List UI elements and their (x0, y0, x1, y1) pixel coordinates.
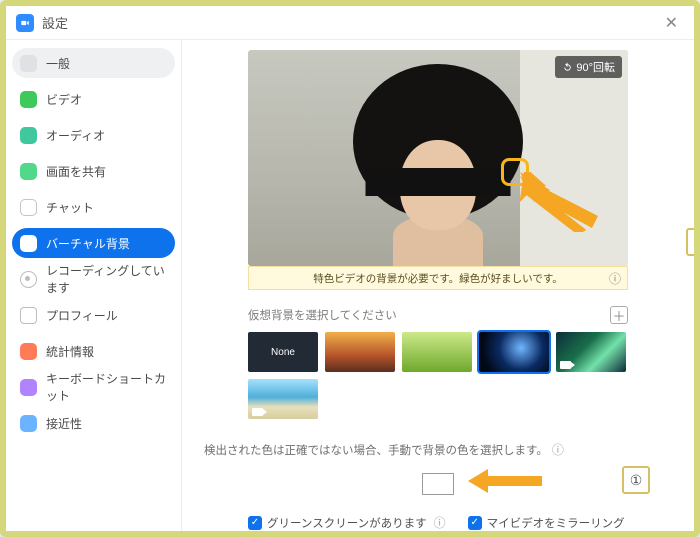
keyboard-icon (20, 379, 37, 396)
sidebar-item-video[interactable]: ビデオ (12, 84, 175, 114)
headphones-icon (20, 127, 37, 144)
video-badge-icon (252, 408, 263, 416)
checkmark-icon: ✓ (468, 516, 482, 530)
bg-thumb-none[interactable]: None (248, 332, 318, 372)
bg-section-label: 仮想背景を選択してください (248, 307, 610, 323)
color-swatch[interactable] (422, 473, 454, 495)
sidebar-item-label: オーディオ (46, 127, 105, 144)
bg-thumb-beach[interactable] (248, 379, 318, 419)
stats-icon (20, 343, 37, 360)
sidebar-item-label: 接近性 (46, 415, 82, 432)
green-screen-label: グリーンスクリーンがあります (267, 515, 427, 531)
accessibility-icon (20, 415, 37, 432)
share-screen-icon (20, 163, 37, 180)
sidebar-item-label: キーボードショートカット (46, 370, 167, 404)
help-icon[interactable]: ⓘ (552, 441, 564, 458)
sidebar-item-chat[interactable]: チャット (12, 192, 175, 222)
annotation-arrow-2 (520, 172, 606, 232)
green-screen-checkbox[interactable]: ✓ グリーンスクリーンがあります ⓘ (248, 514, 446, 531)
rotate-label: 90°回転 (576, 59, 615, 75)
help-icon[interactable]: ⓘ (609, 270, 621, 287)
window-title: 設定 (42, 13, 68, 32)
mirror-label: マイビデオをミラーリング (487, 515, 625, 531)
sidebar-item-label: ビデオ (46, 91, 82, 108)
add-background-button[interactable]: ＋ (610, 306, 628, 324)
video-preview: 90°回転 (248, 50, 628, 266)
titlebar: 設定 ✕ (6, 6, 694, 40)
sidebar-item-label: 画面を共有 (46, 163, 106, 180)
video-icon (20, 91, 37, 108)
record-icon (20, 271, 37, 288)
chat-icon (20, 199, 37, 216)
bg-thumb-aurora[interactable] (556, 332, 626, 372)
bg-thumb-earth[interactable] (479, 332, 549, 372)
sidebar-item-shortcuts[interactable]: キーボードショートカット (12, 372, 175, 402)
sidebar: 一般 ビデオ オーディオ 画面を共有 チャット (6, 40, 182, 531)
notice-bar: 特色ビデオの背景が必要です。緑色が好ましいです。 ⓘ (248, 266, 628, 290)
detect-text: 検出された色は正確ではない場合、手動で背景の色を選択します。 (204, 442, 548, 458)
app-logo-icon (16, 14, 34, 32)
mirror-checkbox[interactable]: ✓ マイビデオをミラーリング (468, 515, 625, 531)
sidebar-item-label: 一般 (46, 55, 70, 72)
close-icon[interactable]: ✕ (659, 9, 684, 37)
settings-window: 設定 ✕ 一般 ビデオ オーディオ 画面を共有 (6, 6, 694, 531)
virtual-bg-icon (20, 235, 37, 252)
sidebar-item-general[interactable]: 一般 (12, 48, 175, 78)
sidebar-item-recording[interactable]: レコーディングしています (12, 264, 175, 294)
rotate-icon (562, 62, 573, 73)
sidebar-item-virtual-background[interactable]: バーチャル背景 (12, 228, 175, 258)
help-icon[interactable]: ⓘ (434, 514, 446, 531)
video-badge-icon (560, 361, 571, 369)
sidebar-item-label: 統計情報 (46, 343, 94, 360)
sidebar-item-stats[interactable]: 統計情報 (12, 336, 175, 366)
sidebar-item-label: プロフィール (46, 307, 118, 324)
profile-icon (20, 307, 37, 324)
gear-icon (20, 55, 37, 72)
sidebar-item-audio[interactable]: オーディオ (12, 120, 175, 150)
sidebar-item-label: バーチャル背景 (46, 235, 130, 252)
checkmark-icon: ✓ (248, 516, 262, 530)
annotation-arrow-1 (468, 466, 546, 496)
content-pane: 90°回転 ② 特色ビデオの背景が必要です。緑色が好ましいです。 ⓘ (182, 40, 694, 531)
bg-thumb-grass[interactable] (402, 332, 472, 372)
sidebar-item-profile[interactable]: プロフィール (12, 300, 175, 330)
sidebar-item-share[interactable]: 画面を共有 (12, 156, 175, 186)
annotation-badge-1: ① (622, 466, 650, 494)
sidebar-item-label: レコーディングしています (46, 262, 167, 296)
sidebar-item-accessibility[interactable]: 接近性 (12, 408, 175, 438)
bg-thumb-bridge[interactable] (325, 332, 395, 372)
annotation-badge-2: ② (686, 228, 694, 256)
rotate-button[interactable]: 90°回転 (555, 56, 622, 78)
background-thumbnails: None (248, 332, 628, 419)
sidebar-item-label: チャット (46, 199, 94, 216)
notice-text: 特色ビデオの背景が必要です。緑色が好ましいです。 (313, 271, 563, 286)
